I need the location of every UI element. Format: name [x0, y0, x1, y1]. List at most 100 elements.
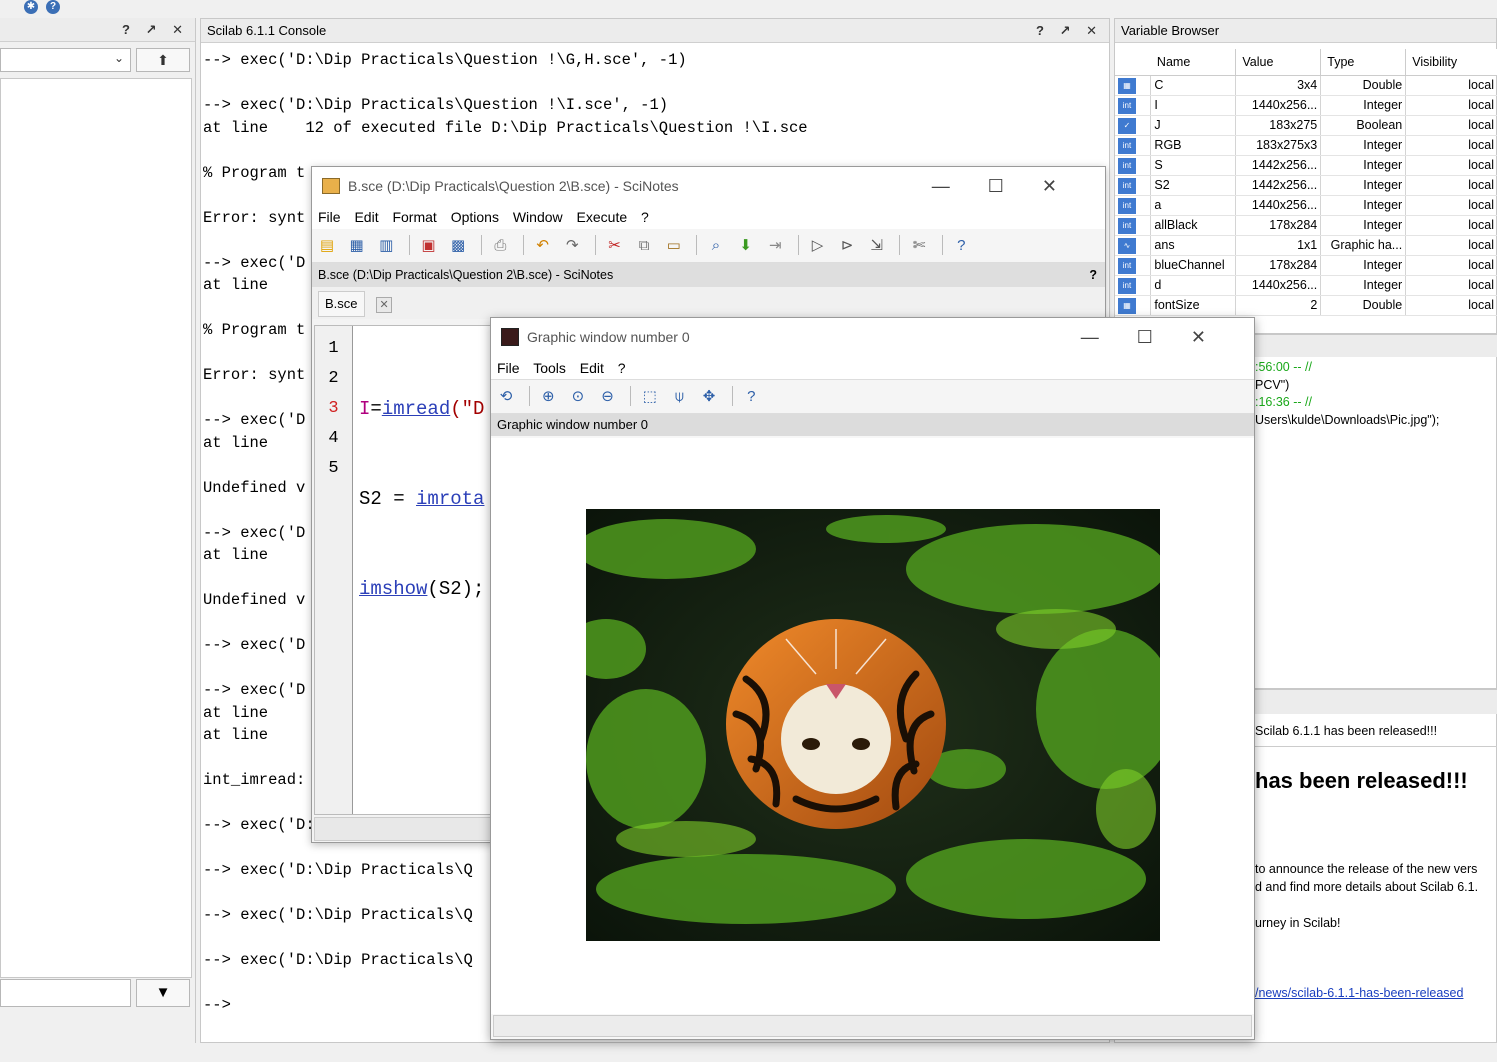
cell-visibility: local: [1405, 235, 1497, 256]
graphic-canvas[interactable]: [491, 438, 1254, 1014]
new-file-icon[interactable]: ▤: [316, 235, 338, 257]
code-function[interactable]: imshow: [359, 578, 427, 600]
code-line[interactable]: S2 = imrota: [359, 484, 484, 514]
menu-help[interactable]: ?: [618, 360, 626, 376]
window-controls[interactable]: —☐✕: [932, 167, 1095, 205]
paste-icon[interactable]: ▭: [663, 235, 685, 257]
open-folder-icon[interactable]: ▥: [375, 235, 397, 257]
code-variable: S2: [359, 488, 382, 510]
help-icon[interactable]: ?: [46, 0, 60, 14]
menu-edit[interactable]: Edit: [354, 209, 378, 225]
zoom-out-icon[interactable]: ⊖: [597, 386, 619, 408]
minimize-icon[interactable]: —: [1081, 327, 1137, 347]
help-icon[interactable]: ?: [950, 235, 972, 257]
save-as-icon[interactable]: ▩: [447, 235, 469, 257]
print-icon[interactable]: ⎙: [489, 235, 511, 257]
menu-format[interactable]: Format: [392, 209, 436, 225]
run-to-cursor-icon[interactable]: ⇲: [866, 235, 888, 257]
menu-help[interactable]: ?: [641, 209, 649, 225]
table-row[interactable]: ∿ ans 1x1 Graphic ha... local: [1115, 235, 1497, 256]
file-tree[interactable]: [0, 78, 192, 978]
minimize-icon[interactable]: —: [932, 176, 988, 196]
redo-icon[interactable]: ↷: [561, 235, 583, 257]
zoom-reset-icon[interactable]: ⊙: [567, 386, 589, 408]
table-row[interactable]: int allBlack 178x284 Integer local: [1115, 215, 1497, 236]
variable-table[interactable]: Name Value Type Visibility ▦ C 3x4 Double lo…: [1115, 49, 1497, 316]
scinotes-titlebar[interactable]: B.sce (D:\Dip Practicals\Question 2\B.sc…: [312, 167, 1105, 205]
filter-button[interactable]: ▼: [136, 979, 190, 1007]
indent-icon[interactable]: ⇥: [764, 235, 786, 257]
tab-b-sce[interactable]: B.sce: [318, 291, 365, 317]
menu-window[interactable]: Window: [513, 209, 563, 225]
directory-combo[interactable]: ⌄: [0, 48, 131, 72]
cell-visibility: local: [1405, 255, 1497, 276]
news-link[interactable]: /news/scilab-6.1.1-has-been-released: [1255, 986, 1463, 1000]
table-row[interactable]: int blueChannel 178x284 Integer local: [1115, 255, 1497, 276]
column-header-value[interactable]: Value: [1235, 49, 1322, 76]
axes-icon[interactable]: ⬚: [639, 386, 661, 408]
column-header-name[interactable]: Name: [1150, 49, 1237, 76]
copy-icon[interactable]: ⧉: [633, 235, 655, 257]
menu-execute[interactable]: Execute: [577, 209, 628, 225]
close-icon[interactable]: ✕: [1042, 176, 1095, 196]
line-number: 2: [328, 369, 339, 388]
close-icon[interactable]: ✕: [1191, 327, 1244, 347]
table-row[interactable]: int d 1440x256... Integer local: [1115, 275, 1497, 296]
table-row[interactable]: int a 1440x256... Integer local: [1115, 195, 1497, 216]
code-text[interactable]: I=imread("D S2 = imrota imshow(S2);: [359, 334, 484, 664]
help-icon[interactable]: ?: [740, 386, 762, 408]
gear-icon[interactable]: ✱: [24, 0, 38, 14]
code-function[interactable]: imread: [382, 398, 450, 420]
open-file-icon[interactable]: ▦: [346, 235, 368, 257]
maximize-icon[interactable]: ☐: [988, 176, 1042, 196]
datatip-icon[interactable]: ⍦: [668, 386, 690, 408]
save-icon[interactable]: ▣: [418, 235, 440, 257]
parent-directory-button[interactable]: ⬆: [136, 48, 190, 72]
zoom-in-icon[interactable]: ⊕: [537, 386, 559, 408]
column-header-type[interactable]: Type: [1320, 49, 1407, 76]
run-icon[interactable]: ▷: [807, 235, 829, 257]
window-controls[interactable]: —☐✕: [1081, 318, 1244, 356]
table-row[interactable]: int RGB 183x275x3 Integer local: [1115, 135, 1497, 156]
table-row[interactable]: int S2 1442x256... Integer local: [1115, 175, 1497, 196]
history-item[interactable]: :16:36 -- //: [1255, 394, 1439, 412]
table-row[interactable]: ✓ J 183x275 Boolean local: [1115, 115, 1497, 136]
graphic-window[interactable]: Graphic window number 0 —☐✕ File Tools E…: [490, 317, 1255, 1040]
history-item[interactable]: :56:00 -- //: [1255, 359, 1439, 377]
column-header-visibility[interactable]: Visibility: [1405, 49, 1497, 76]
history-item[interactable]: PCV"): [1255, 377, 1439, 395]
dock-controls[interactable]: ? ↗ ✕: [122, 18, 189, 42]
code-line[interactable]: imshow(S2);: [359, 574, 484, 604]
graphic-window-titlebar[interactable]: Graphic window number 0 —☐✕: [491, 318, 1254, 356]
menu-file[interactable]: File: [318, 209, 341, 225]
cut-icon[interactable]: ✂: [604, 235, 626, 257]
chevron-down-icon[interactable]: ⌄: [114, 51, 124, 65]
undo-icon[interactable]: ↶: [532, 235, 554, 257]
code-line[interactable]: I=imread("D: [359, 394, 484, 424]
help-mark[interactable]: ?: [1089, 263, 1097, 287]
cell-type: Integer: [1320, 195, 1407, 216]
filter-input[interactable]: [0, 979, 131, 1007]
table-row[interactable]: int S 1442x256... Integer local: [1115, 155, 1497, 176]
history-item[interactable]: Users\kulde\Downloads\Pic.jpg");: [1255, 412, 1439, 430]
run-with-echo-icon[interactable]: ⊳: [836, 235, 858, 257]
news-tab-label[interactable]: Scilab 6.1.1 has been released!!!: [1255, 724, 1437, 738]
table-row[interactable]: int I 1440x256... Integer local: [1115, 95, 1497, 116]
dock-controls[interactable]: ? ↗ ✕: [1036, 19, 1103, 43]
menu-edit[interactable]: Edit: [580, 360, 604, 376]
menu-options[interactable]: Options: [451, 209, 499, 225]
graphic-subtitle: Graphic window number 0: [497, 417, 649, 432]
table-row[interactable]: ▦ fontSize 2 Double local: [1115, 295, 1497, 316]
close-tab-icon[interactable]: ✕: [376, 297, 393, 313]
menu-tools[interactable]: Tools: [533, 360, 566, 376]
rotate-icon[interactable]: ⟲: [495, 386, 517, 408]
download-icon[interactable]: ⬇: [735, 235, 757, 257]
code-function[interactable]: imrota: [416, 488, 484, 510]
history-list[interactable]: :56:00 -- // PCV") :16:36 -- // Users\ku…: [1255, 359, 1439, 429]
tools-icon[interactable]: ✄: [908, 235, 930, 257]
find-icon[interactable]: ⌕: [705, 235, 727, 257]
pan-icon[interactable]: ✥: [698, 386, 720, 408]
maximize-icon[interactable]: ☐: [1137, 327, 1191, 347]
table-row[interactable]: ▦ C 3x4 Double local: [1115, 75, 1497, 96]
menu-file[interactable]: File: [497, 360, 520, 376]
